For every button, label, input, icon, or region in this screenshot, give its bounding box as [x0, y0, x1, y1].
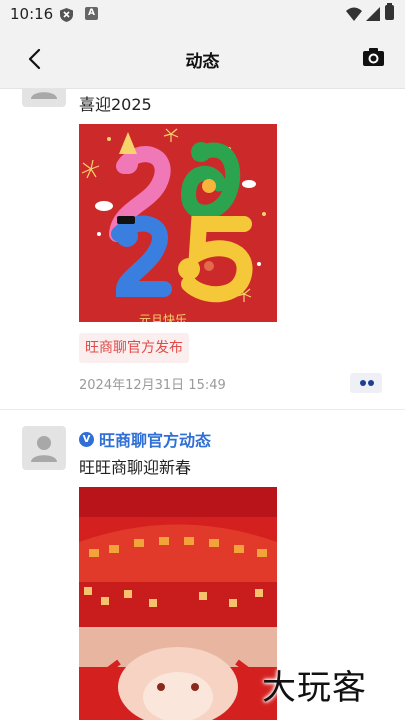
- verified-badge-icon: V: [79, 431, 94, 447]
- default-avatar-icon: [31, 436, 57, 462]
- status-bar: 10:16 A: [0, 0, 405, 28]
- signal-icon: [366, 6, 380, 21]
- image-caption: 元旦快乐: [139, 313, 187, 322]
- camera-button[interactable]: [360, 45, 388, 69]
- post-image[interactable]: [79, 487, 277, 720]
- camera-icon: [363, 48, 384, 66]
- status-time: 10:16: [10, 5, 54, 23]
- avatar[interactable]: [22, 426, 66, 470]
- wifi-icon: [346, 6, 362, 21]
- more-dot-icon: [368, 380, 374, 386]
- moments-feed[interactable]: 喜迎2025 元旦快乐 旺商聊官方发布 2024年12月31日 15:49 V …: [0, 89, 405, 720]
- default-avatar-icon: [31, 92, 57, 99]
- post-divider: [0, 409, 405, 410]
- app-header: 动态: [0, 28, 405, 89]
- post-text: 喜迎2025: [79, 95, 152, 114]
- post-image[interactable]: 元旦快乐: [79, 124, 277, 322]
- post-text: 旺旺商聊迎新春: [79, 458, 192, 477]
- watermark-logo: 大玩客: [262, 668, 367, 708]
- a-badge-icon: A: [85, 7, 98, 20]
- more-dot-icon: [360, 380, 366, 386]
- post-timestamp: 2024年12月31日 15:49: [79, 378, 226, 393]
- official-release-tag[interactable]: 旺商聊官方发布: [79, 333, 189, 363]
- avatar[interactable]: [22, 89, 66, 107]
- battery-icon: [385, 3, 394, 20]
- page-title: 动态: [185, 52, 220, 72]
- shield-icon: [60, 7, 73, 22]
- post-author[interactable]: V 旺商聊官方动态: [79, 427, 211, 451]
- author-name: 旺商聊官方动态: [99, 431, 212, 450]
- more-options-button[interactable]: [350, 373, 382, 393]
